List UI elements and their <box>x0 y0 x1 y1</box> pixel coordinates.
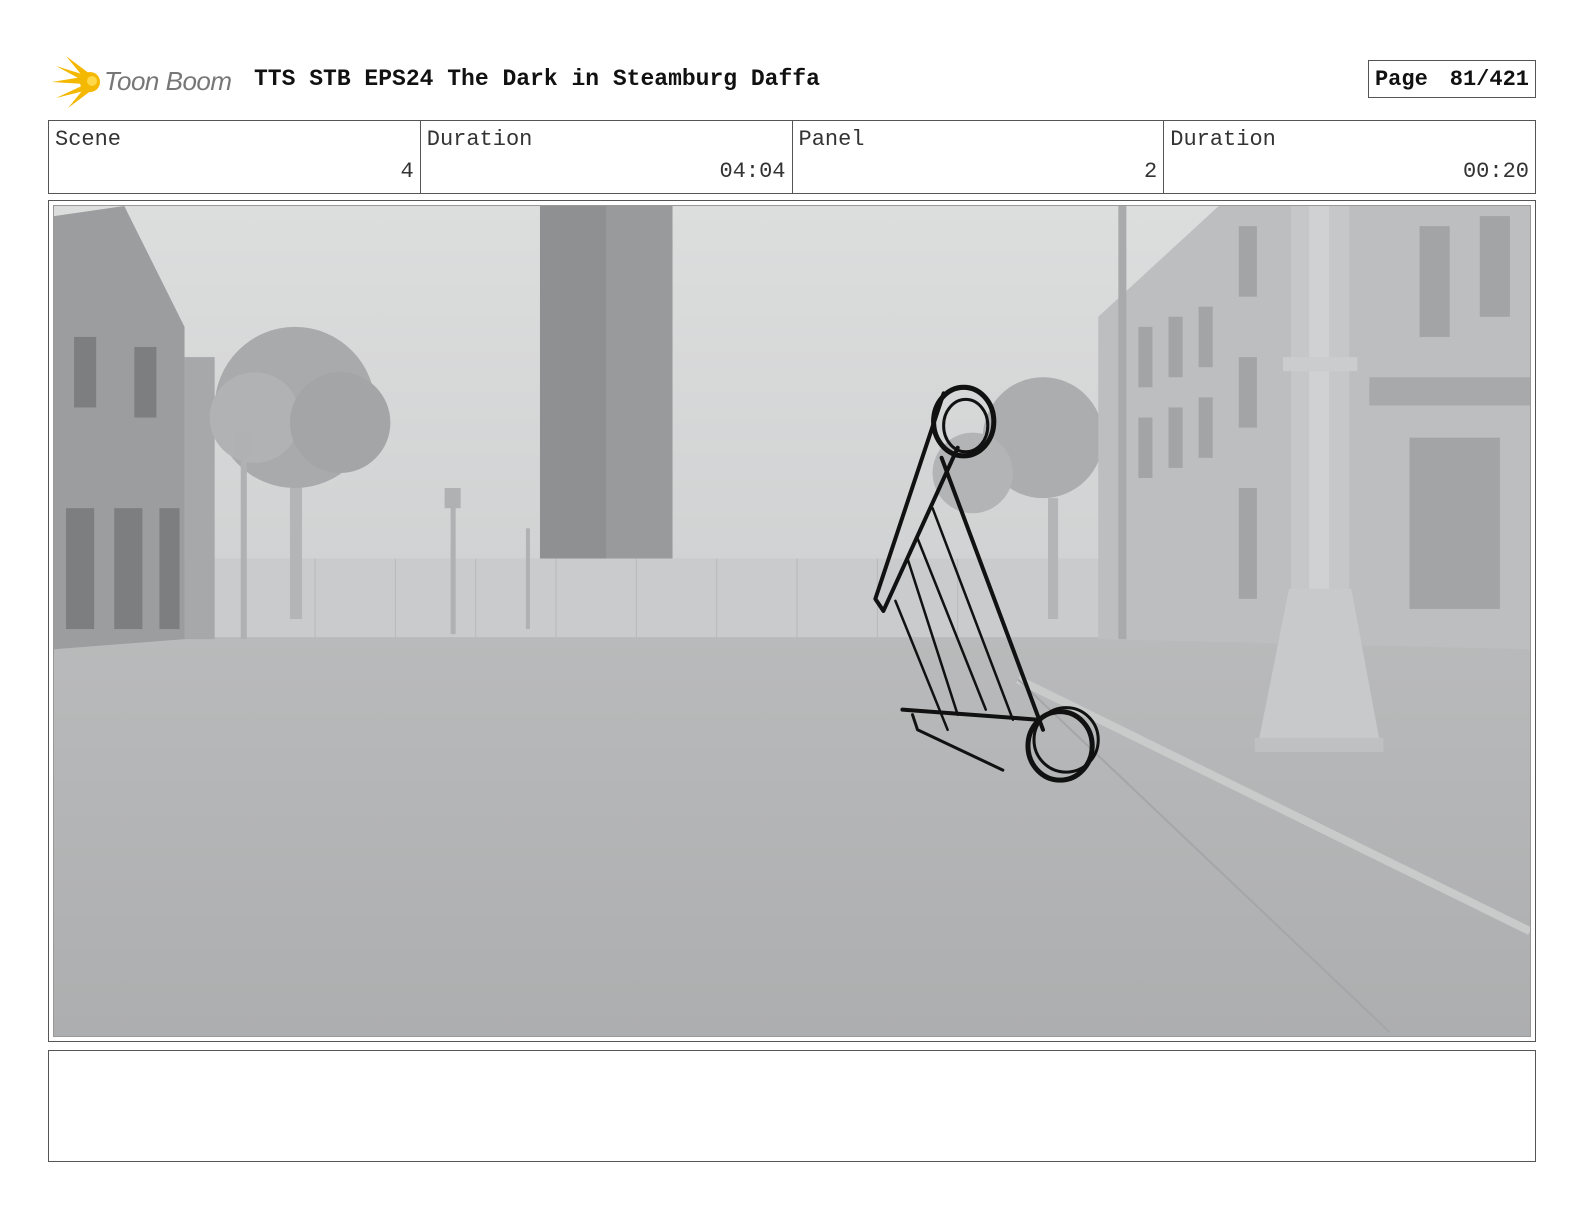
logo-text: Toon Boom <box>104 66 232 96</box>
scene-duration-value: 04:04 <box>719 159 786 184</box>
panel-label: Panel <box>798 127 865 152</box>
info-row: Scene 4 Duration 04:04 Panel 2 Duration … <box>48 120 1536 194</box>
toon-boom-logo: Toon Boom <box>48 54 238 110</box>
starburst-icon <box>52 56 100 108</box>
scene-duration-label: Duration <box>426 127 533 152</box>
panel-image <box>53 205 1531 1037</box>
page-label: Page <box>1374 66 1428 92</box>
page-indicator: Page 81/421 <box>1367 60 1536 98</box>
page-number: 81/421 <box>1449 66 1529 92</box>
panel-duration-cell: Duration 00:20 <box>1164 121 1535 193</box>
document-title: TTS STB EPS24 The Dark in Steamburg Daff… <box>254 66 820 92</box>
panel-value: 2 <box>1144 159 1158 184</box>
panel-notes <box>48 1050 1536 1162</box>
page-header: Toon Boom TTS STB EPS24 The Dark in Stea… <box>48 52 1536 112</box>
street-scene <box>54 206 1530 1036</box>
panel-cell: Panel 2 <box>793 121 1165 193</box>
storyboard-panel <box>48 200 1536 1042</box>
scene-cell: Scene 4 <box>49 121 421 193</box>
scene-duration-cell: Duration 04:04 <box>421 121 793 193</box>
back-wall <box>204 558 1209 638</box>
scene-value: 4 <box>400 159 414 184</box>
panel-duration-label: Duration <box>1170 127 1276 152</box>
panel-duration-value: 00:20 <box>1462 159 1529 184</box>
scene-label: Scene <box>55 127 122 152</box>
